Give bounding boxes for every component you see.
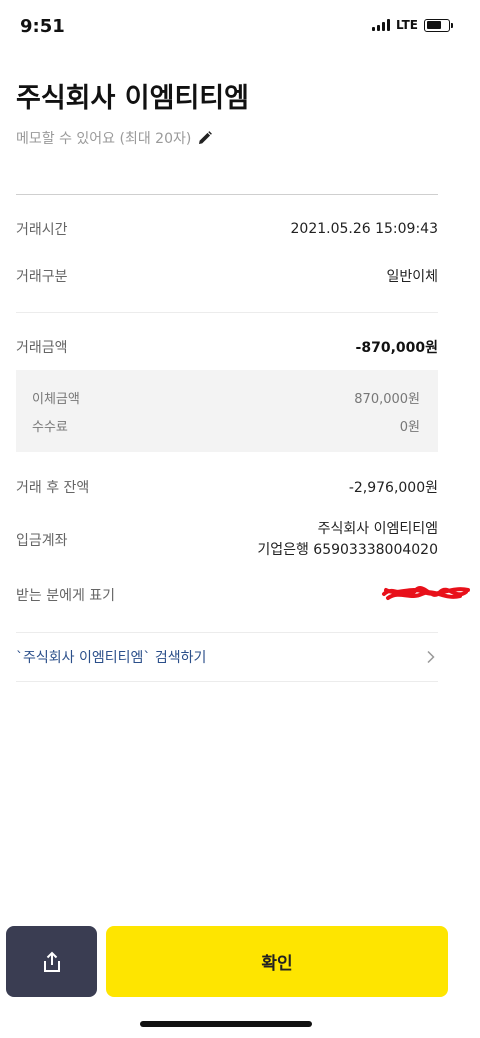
confirm-button[interactable]: 확인 [106,926,448,997]
network-type: LTE [395,18,418,32]
balance-label: 거래 후 잔액 [16,480,90,496]
detail-row-time: 거래시간 2021.05.26 15:09:43 [16,219,438,239]
redaction-scribble [382,586,470,600]
detail-row-balance: 거래 후 잔액 -2,976,000원 [16,477,438,497]
section-divider [16,312,438,313]
detail-row-account: 입금계좌 주식회사 이엠티티엠 기업은행 65903338004020 [16,519,438,561]
type-label: 거래구분 [16,269,68,285]
status-indicators: LTE [371,18,453,32]
amount-breakdown: 이체금액 870,000원 수수료 0원 [16,370,438,452]
time-label: 거래시간 [16,222,68,238]
page-title: 주식회사 이엠티티엠 [16,83,249,114]
memo-field[interactable]: 메모할 수 있어요 (최대 20자) [16,128,213,148]
status-bar: 9:51 LTE [0,0,480,54]
memo-placeholder[interactable]: 메모할 수 있어요 (최대 20자) [16,128,191,148]
display-label: 받는 분에게 표기 [16,588,116,604]
account-value: 주식회사 이엠티티엠 기업은행 65903338004020 [257,519,438,561]
share-button[interactable] [6,926,97,997]
detail-row-display: 받는 분에게 표기 [16,585,376,605]
home-indicator[interactable] [140,1021,312,1027]
account-label: 입금계좌 [16,533,68,549]
type-value: 일반이체 [386,269,438,285]
signal-icon [371,19,390,31]
search-link-label[interactable]: `주식회사 이엠티티엠` 검색하기 [16,647,206,667]
share-icon [43,951,60,972]
detail-row-amount: 거래금액 -870,000원 [16,337,438,357]
amount-value: -870,000원 [355,340,438,356]
chevron-right-icon [427,650,435,664]
status-time: 9:51 [20,16,65,37]
fee-label: 수수료 [32,420,68,435]
fee-row: 수수료 0원 [32,416,420,435]
search-recipient-link[interactable]: `주식회사 이엠티티엠` 검색하기 [16,632,438,682]
account-number: 기업은행 65903338004020 [257,542,438,558]
amount-label: 거래금액 [16,340,68,356]
account-name: 주식회사 이엠티티엠 [317,521,438,537]
pencil-icon[interactable] [197,130,213,146]
time-value: 2021.05.26 15:09:43 [290,221,439,237]
header-divider [16,194,438,195]
detail-row-type: 거래구분 일반이체 [16,266,438,286]
transfer-value: 870,000원 [354,392,420,407]
balance-value: -2,976,000원 [348,480,438,496]
battery-icon [424,18,453,32]
transfer-label: 이체금액 [32,392,80,407]
transfer-row: 이체금액 870,000원 [32,388,420,407]
fee-value: 0원 [399,420,420,435]
